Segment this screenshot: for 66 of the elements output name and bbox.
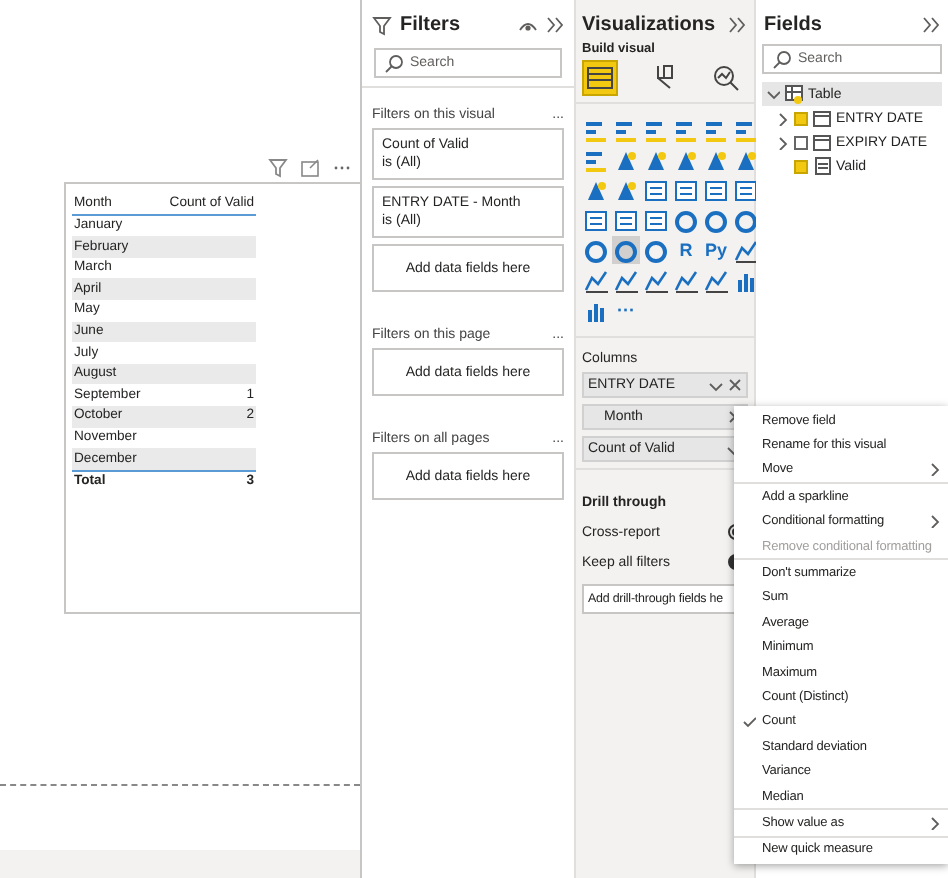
visual-type-icon[interactable] bbox=[612, 266, 640, 294]
table-icon bbox=[784, 84, 804, 104]
filter-icon bbox=[372, 15, 392, 35]
visual-type-icon[interactable] bbox=[642, 116, 670, 144]
visual-type-icon[interactable] bbox=[672, 176, 700, 204]
visual-type-icon[interactable] bbox=[672, 116, 700, 144]
collapse-icon[interactable] bbox=[546, 16, 564, 34]
visual-type-icon[interactable] bbox=[642, 146, 670, 174]
visual-type-icon[interactable] bbox=[612, 146, 640, 174]
visual-type-icon[interactable] bbox=[642, 266, 670, 294]
chevron-right-icon bbox=[928, 815, 942, 830]
pane-title: Fields bbox=[764, 14, 824, 36]
pane-title: Visualizations bbox=[582, 14, 718, 36]
search-icon bbox=[384, 53, 404, 73]
visual-type-icon[interactable] bbox=[642, 206, 670, 234]
checkbox[interactable] bbox=[794, 159, 808, 173]
collapse-icon[interactable] bbox=[728, 16, 746, 34]
magnifier-chart-icon[interactable] bbox=[710, 62, 742, 94]
filter-icon[interactable] bbox=[268, 158, 288, 178]
checkbox[interactable] bbox=[794, 135, 808, 149]
visual-type-icon[interactable] bbox=[582, 266, 610, 294]
expand-icon[interactable] bbox=[766, 87, 780, 101]
calendar-icon bbox=[812, 132, 832, 152]
calculator-icon bbox=[812, 156, 832, 176]
close-icon[interactable] bbox=[728, 378, 742, 392]
visual-type-icon[interactable] bbox=[642, 176, 670, 204]
search-icon bbox=[772, 49, 792, 69]
visual-type-icon[interactable] bbox=[642, 236, 670, 264]
visual-type-icon[interactable]: Py bbox=[702, 236, 730, 264]
visual-type-icon[interactable] bbox=[672, 266, 700, 294]
checkbox[interactable] bbox=[794, 111, 808, 125]
visual-type-icon[interactable] bbox=[732, 206, 760, 234]
focus-mode-icon[interactable] bbox=[300, 158, 320, 178]
visual-type-icon[interactable] bbox=[582, 116, 610, 144]
visual-type-icon[interactable] bbox=[672, 206, 700, 234]
visual-type-icon[interactable] bbox=[582, 176, 610, 204]
collapse-icon[interactable] bbox=[922, 16, 940, 34]
visual-type-icon[interactable] bbox=[612, 206, 640, 234]
calendar-icon bbox=[812, 108, 832, 128]
table-icon[interactable] bbox=[584, 62, 616, 94]
visual-type-icon[interactable] bbox=[582, 146, 610, 174]
visual-type-icon[interactable] bbox=[582, 206, 610, 234]
table-cell bbox=[160, 448, 256, 470]
visual-type-icon[interactable] bbox=[732, 146, 760, 174]
visual-type-icon[interactable] bbox=[702, 146, 730, 174]
visual-type-icon[interactable]: ··· bbox=[612, 296, 640, 324]
expand-icon[interactable] bbox=[776, 111, 790, 125]
visual-type-icon[interactable] bbox=[702, 176, 730, 204]
expand-icon[interactable] bbox=[776, 135, 790, 149]
check-icon bbox=[742, 715, 756, 728]
visual-type-icon[interactable] bbox=[732, 116, 760, 144]
chevron-right-icon bbox=[928, 514, 942, 529]
caret-icon[interactable] bbox=[708, 379, 724, 391]
eye-icon[interactable] bbox=[518, 17, 538, 33]
visual-type-icon[interactable] bbox=[612, 116, 640, 144]
visual-type-icon[interactable] bbox=[732, 176, 760, 204]
visual-type-icon[interactable] bbox=[702, 116, 730, 144]
visual-type-icon[interactable] bbox=[672, 146, 700, 174]
pane-title: Filters bbox=[400, 14, 463, 36]
visual-type-icon[interactable] bbox=[582, 236, 610, 264]
visual-type-icon[interactable] bbox=[702, 266, 730, 294]
chevron-right-icon bbox=[928, 462, 942, 477]
visual-type-icon[interactable] bbox=[702, 206, 730, 234]
visual-type-icon[interactable] bbox=[732, 236, 760, 264]
visual-type-icon[interactable] bbox=[612, 176, 640, 204]
visual-type-icon[interactable]: R bbox=[672, 236, 700, 264]
